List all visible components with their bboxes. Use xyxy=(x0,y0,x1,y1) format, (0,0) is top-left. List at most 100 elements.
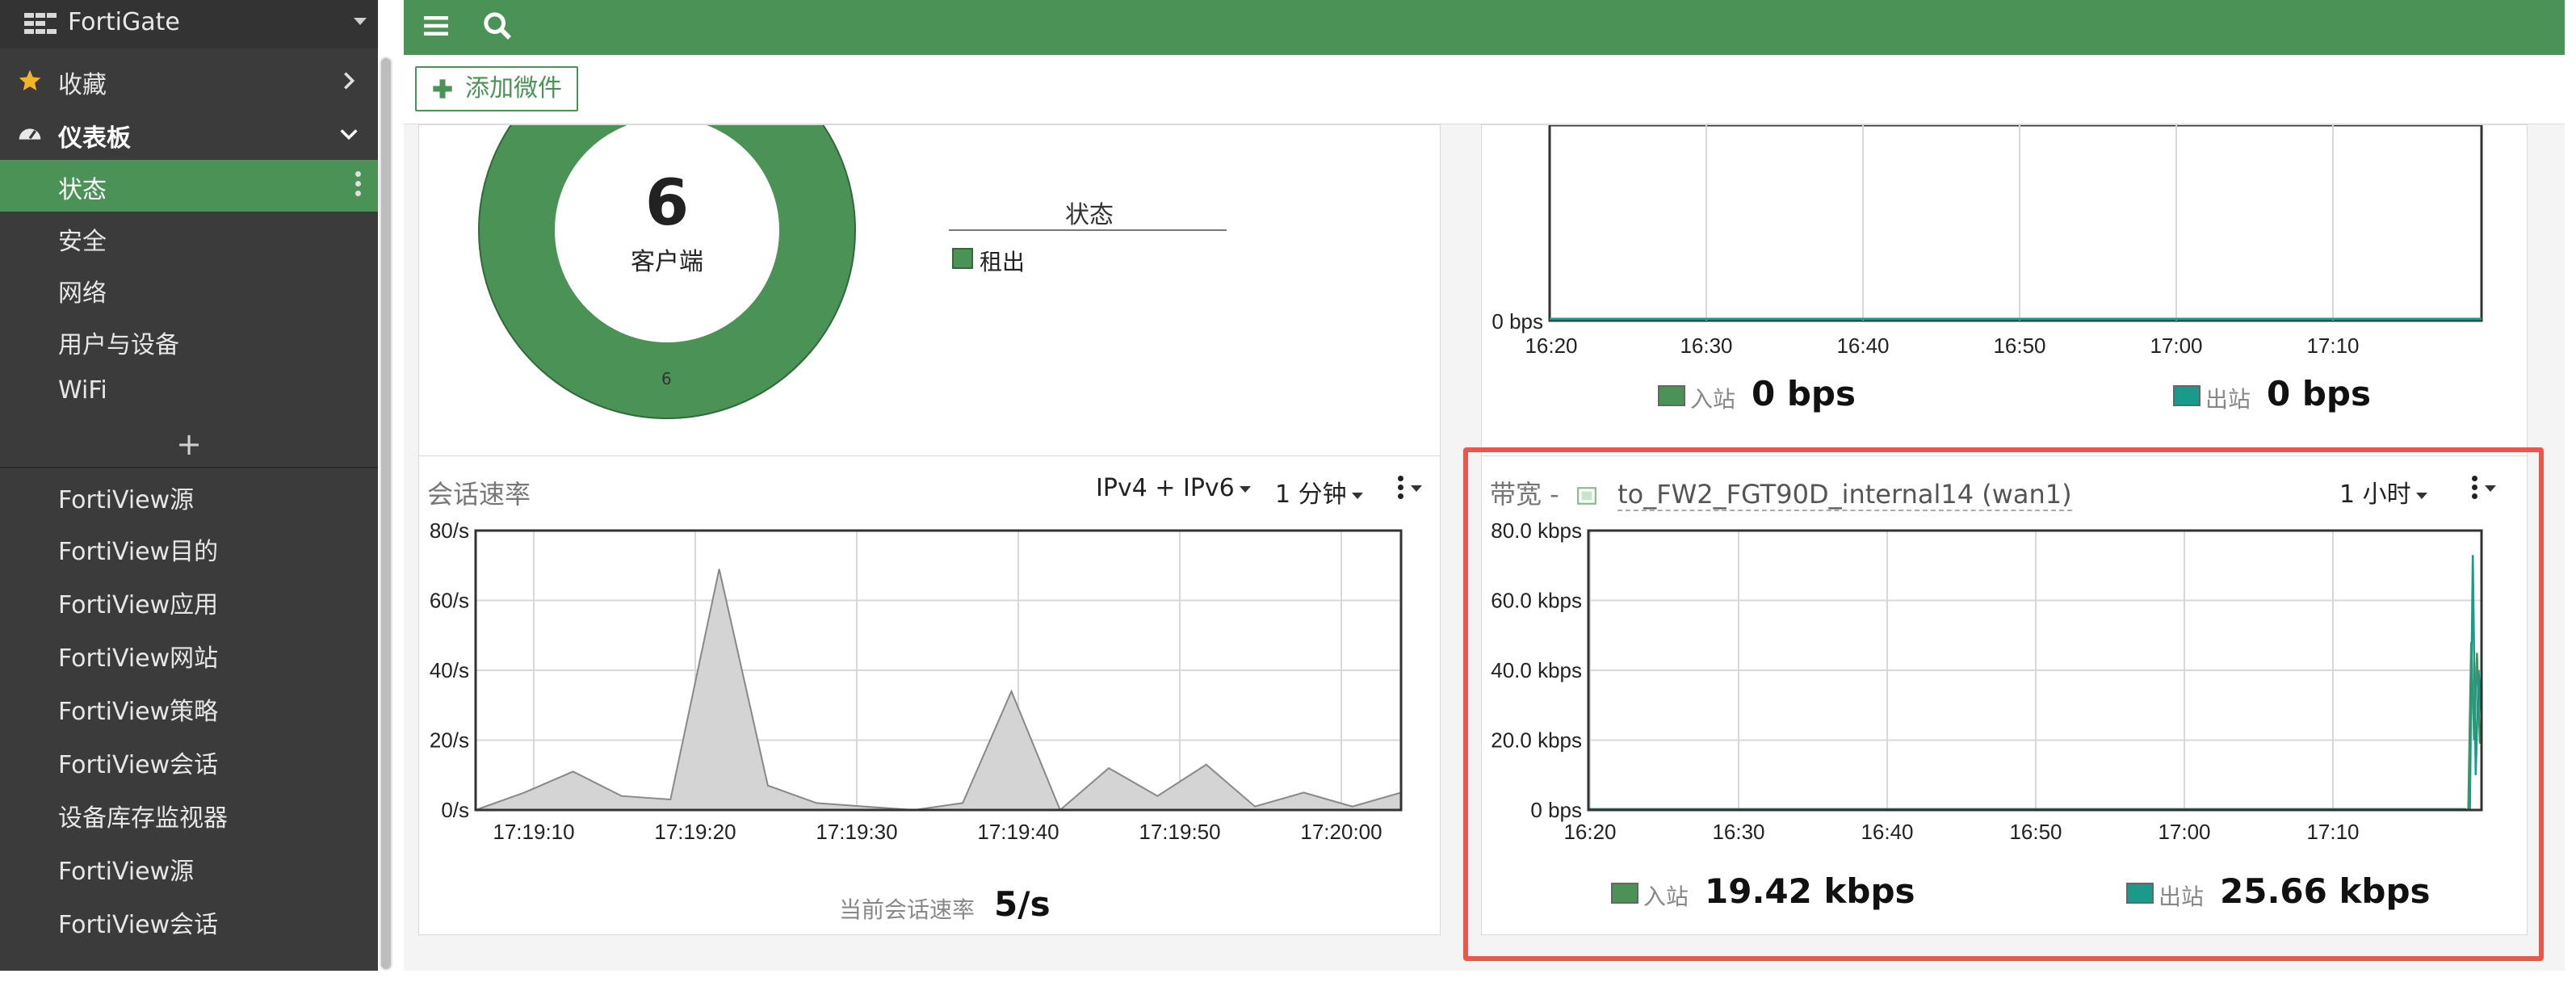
scrollbar-thumb[interactable] xyxy=(381,58,391,969)
inbound-swatch xyxy=(1658,385,1685,406)
sidebar-scrollbar[interactable] xyxy=(380,57,392,971)
clients-count-label: 客户端 xyxy=(631,248,703,276)
legend-title: 状态 xyxy=(1065,201,1114,229)
top-bar xyxy=(404,0,2565,55)
sidebar-item-fortiview-sources[interactable]: FortiView源 xyxy=(0,470,378,522)
sidebar-item-fortiview-sessions-2[interactable]: FortiView会话 xyxy=(0,895,378,946)
sidebar-item-label: 设备库存监视器 xyxy=(58,804,228,833)
outbound-label: 出站 xyxy=(2159,883,2205,910)
sidebar-item-fortiview-sources-2[interactable]: FortiView源 xyxy=(0,841,378,893)
bandwidth-widget-top: 0 bps 16:20 16:30 16:40 16:50 17:00 17:1… xyxy=(1481,124,2528,496)
hamburger-menu-icon[interactable] xyxy=(422,11,451,40)
sidebar-item-security[interactable]: 安全 xyxy=(0,212,378,263)
ip-version-value: IPv4 + IPv6 xyxy=(1096,474,1235,502)
sidebar-item-label: FortiView源 xyxy=(58,486,195,514)
x-axis-tick-label: 17:19:10 xyxy=(493,820,574,844)
legend-swatch xyxy=(952,248,973,269)
bandwidth-widget: 带宽 - to_FW2_FGT90D_internal14 (wan1) 1 小… xyxy=(1481,455,2528,935)
x-axis-tick-label: 17:19:40 xyxy=(977,820,1059,844)
sidebar-item-fortiview-sessions[interactable]: FortiView会话 xyxy=(0,735,378,787)
bandwidth-series-line xyxy=(1588,642,2482,812)
sidebar-item-fortiview-applications[interactable]: FortiView应用 xyxy=(0,575,378,627)
x-axis-tick-label: 17:19:50 xyxy=(1139,820,1220,844)
x-axis-tick-label: 17:10 xyxy=(2306,820,2359,844)
app-switcher[interactable]: FortiGate xyxy=(0,0,378,48)
sidebar-item-favorites[interactable]: 收藏 xyxy=(0,55,378,107)
outbound-value: 25.66 kbps xyxy=(2220,871,2431,911)
outbound-label: 出站 xyxy=(2205,386,2251,413)
sidebar-item-wifi[interactable]: WiFi xyxy=(0,367,378,418)
widget-menu-icon[interactable] xyxy=(2472,476,2478,500)
x-axis-tick-label: 17:10 xyxy=(2306,334,2359,358)
y-axis-tick-label: 20/s xyxy=(430,728,469,753)
sidebar-item-device-inventory[interactable]: 设备库存监视器 xyxy=(0,788,378,840)
sidebar-item-label: FortiView策略 xyxy=(58,698,219,726)
app-title: FortiGate xyxy=(68,8,180,36)
sidebar-item-label: 仪表板 xyxy=(58,124,131,153)
widget-menu-icon[interactable] xyxy=(1398,476,1404,500)
current-rate-label: 当前会话速率 xyxy=(839,896,975,923)
y-axis-tick-label: 40.0 kbps xyxy=(1491,658,1582,682)
caret-down-icon xyxy=(2485,485,2496,492)
dashboard-toolbar: 添加微件 xyxy=(404,55,2565,124)
y-axis-tick-label: 40/s xyxy=(430,658,469,682)
inbound-label: 入站 xyxy=(1690,386,1736,413)
kebab-menu-icon[interactable] xyxy=(355,171,362,200)
sidebar-item-label: FortiView应用 xyxy=(58,591,219,619)
x-axis-tick-label: 17:00 xyxy=(2158,820,2210,844)
sidebar-item-fortiview-policies[interactable]: FortiView策略 xyxy=(0,682,378,733)
sidebar-item-users-devices[interactable]: 用户与设备 xyxy=(0,315,378,367)
chevron-down-icon xyxy=(340,129,358,141)
sidebar-item-fortiview-websites[interactable]: FortiView网站 xyxy=(0,628,378,680)
inbound-swatch xyxy=(1611,883,1638,904)
session-rate-widget: 会话速率 IPv4 + IPv6 1 分钟 80/s 60/s 40/s 20/s 0/… xyxy=(418,455,1441,935)
x-axis-tick-label: 16:40 xyxy=(1836,334,1889,358)
x-axis-tick-label: 17:19:20 xyxy=(654,820,736,844)
network-port-icon xyxy=(1576,487,1596,505)
add-dashboard-button[interactable]: + xyxy=(0,422,378,467)
sidebar-item-label: 安全 xyxy=(58,228,107,256)
x-axis-tick-label: 17:20:00 xyxy=(1300,820,1382,844)
outbound-value: 0 bps xyxy=(2267,374,2371,413)
search-icon[interactable] xyxy=(481,10,514,42)
sidebar-item-network[interactable]: 网络 xyxy=(0,263,378,315)
outbound-swatch xyxy=(2126,883,2154,904)
add-widget-button[interactable]: 添加微件 xyxy=(415,66,578,111)
sidebar-item-fortiview-destinations[interactable]: FortiView目的 xyxy=(0,522,378,573)
interval-dropdown[interactable]: 1 分钟 xyxy=(1275,474,1363,510)
sidebar-divider xyxy=(0,467,378,468)
interval-dropdown[interactable]: 1 小时 xyxy=(2339,474,2427,510)
ip-version-dropdown[interactable]: IPv4 + IPv6 xyxy=(1096,474,1251,502)
y-axis-tick-label: 80.0 kbps xyxy=(1491,518,1582,543)
y-axis-tick-label: 20.0 kbps xyxy=(1491,728,1582,753)
sidebar-item-label: 状态 xyxy=(58,176,107,204)
legend-item-label: 租出 xyxy=(980,249,1026,275)
widget-title: 会话速率 xyxy=(427,479,531,510)
y-axis-tick-label: 80/s xyxy=(430,518,469,543)
sidebar-item-label: 网络 xyxy=(58,279,107,308)
fortigate-logo-icon xyxy=(24,13,57,34)
dashboard-gauge-icon xyxy=(19,128,41,140)
sidebar-item-label: 收藏 xyxy=(58,71,107,99)
sidebar-item-label: FortiView网站 xyxy=(58,644,219,673)
dashboard-content: 添加微件 6 客户端 6 状态 租出 0 bps 16:20 16:30 16:… xyxy=(404,55,2565,971)
interface-link[interactable]: to_FW2_FGT90D_internal14 (wan1) xyxy=(1617,479,2072,511)
caret-down-icon xyxy=(1351,492,1363,499)
legend-divider xyxy=(949,229,1227,231)
outbound-swatch xyxy=(2173,385,2201,406)
sidebar-item-dashboard[interactable]: 仪表板 xyxy=(0,108,378,160)
sidebar-item-label: FortiView目的 xyxy=(58,538,219,566)
sidebar-item-label: 用户与设备 xyxy=(58,331,179,359)
x-axis-tick-label: 16:30 xyxy=(1712,820,1764,844)
sidebar-item-label: FortiView会话 xyxy=(58,751,219,779)
interval-value: 1 小时 xyxy=(2339,481,2411,509)
sidebar-item-status[interactable]: 状态 xyxy=(0,160,378,212)
x-axis-tick-label: 17:19:30 xyxy=(816,820,897,844)
inbound-value: 19.42 kbps xyxy=(1705,871,1915,911)
x-axis-tick-label: 16:20 xyxy=(1563,820,1616,844)
chevron-right-icon xyxy=(344,72,355,90)
caret-down-icon xyxy=(2415,492,2427,499)
sidebar: FortiGate 收藏 仪表板 状态 安全 网络 用户与设备 WiFi + F… xyxy=(0,0,378,971)
donut-slice-label: 6 xyxy=(661,369,672,388)
session-rate-chart: 80/s 60/s 40/s 20/s 0/s 17:19:10 17:19:20 17:19… xyxy=(430,518,1403,844)
